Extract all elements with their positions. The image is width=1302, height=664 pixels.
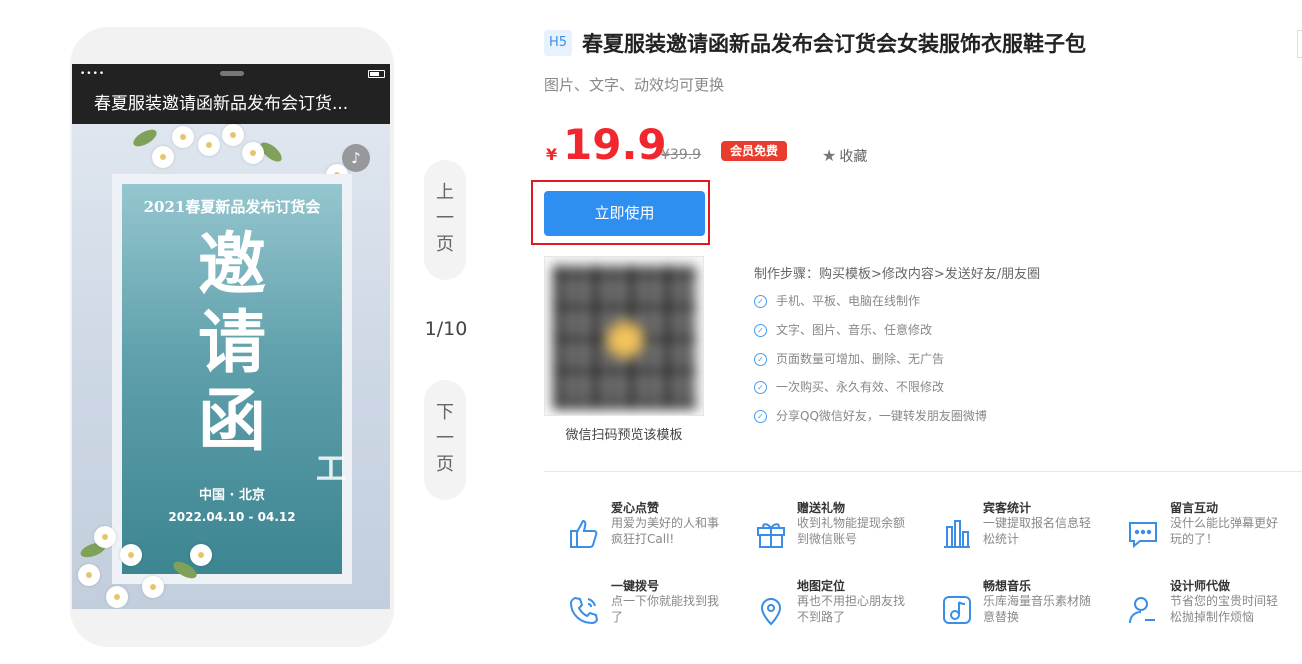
flower-decoration bbox=[172, 126, 194, 148]
feature-title: 爱心点赞 bbox=[611, 501, 660, 515]
card-title: 2021春夏新品发布订货会 bbox=[143, 198, 321, 216]
check-icon: ✓ bbox=[754, 381, 767, 394]
invitation-card: 2021春夏新品发布订货会 邀 请 函 中国 · 北京 2022.04.10 -… bbox=[122, 184, 342, 574]
card-char-2: 请 bbox=[197, 303, 266, 383]
signal-icon: •••• bbox=[80, 69, 106, 79]
user-icon bbox=[1125, 592, 1161, 628]
flower-decoration bbox=[120, 544, 142, 566]
feature-title: 一键拨号 bbox=[611, 579, 660, 593]
flower-decoration bbox=[198, 134, 220, 156]
message-icon bbox=[1125, 515, 1161, 551]
feature-desc: 节省您的宝贵时间轻松抛掉制作烦恼 bbox=[1170, 594, 1279, 624]
step-item: ✓ 手机、平板、电脑在线制作 bbox=[754, 292, 920, 309]
notch bbox=[220, 71, 244, 76]
step-label: 一次购买、永久有效、不限修改 bbox=[776, 380, 945, 394]
product-price: 19.9 bbox=[563, 120, 667, 169]
side-panel-edge bbox=[1297, 30, 1302, 58]
feature-title: 设计师代做 bbox=[1170, 579, 1231, 593]
vip-free-badge: 会员免费 bbox=[721, 141, 788, 161]
feature-title: 地图定位 bbox=[797, 579, 846, 593]
favorite-label: 收藏 bbox=[839, 149, 868, 165]
music-note-icon bbox=[939, 592, 975, 628]
phone-screen: •••• 春夏服装邀请函新品发布会订货... 2021春夏新品发布订货会 邀 请… bbox=[72, 64, 390, 609]
next-page-label: 下一页 bbox=[436, 402, 454, 475]
feature-title: 留言互动 bbox=[1170, 501, 1219, 515]
check-icon: ✓ bbox=[754, 353, 767, 366]
favorite-button[interactable]: ★ 收藏 bbox=[822, 146, 867, 166]
next-page-button[interactable]: 下一页 bbox=[424, 380, 466, 500]
step-item: ✓ 页面数量可增加、删除、无广告 bbox=[754, 350, 944, 367]
invitation-artwork: 2021春夏新品发布订货会 邀 请 函 中国 · 北京 2022.04.10 -… bbox=[72, 124, 390, 609]
step-label: 文字、图片、音乐、任意修改 bbox=[776, 323, 933, 337]
check-icon: ✓ bbox=[754, 324, 767, 337]
flower-decoration bbox=[106, 586, 128, 608]
qr-caption: 微信扫码预览该模板 bbox=[565, 428, 683, 443]
check-icon: ✓ bbox=[754, 295, 767, 308]
divider bbox=[544, 471, 1302, 472]
steps-title: 制作步骤：购买模板>修改内容>发送好友/朋友圈 bbox=[754, 267, 1041, 282]
h5-badge: H5 bbox=[544, 30, 572, 56]
music-toggle-icon[interactable]: ♪ bbox=[342, 144, 370, 172]
feature-title: 赠送礼物 bbox=[797, 501, 846, 515]
feature-title: 宾客统计 bbox=[983, 501, 1032, 515]
step-label: 分享QQ微信好友，一键转发朋友圈微博 bbox=[776, 409, 987, 423]
leaf-decoration bbox=[130, 126, 160, 150]
battery-icon bbox=[368, 70, 385, 78]
flower-decoration bbox=[222, 124, 244, 146]
product-subtitle: 图片、文字、动效均可更换 bbox=[544, 76, 725, 94]
use-now-button[interactable]: 立即使用 bbox=[544, 191, 705, 236]
thumbs-up-icon bbox=[566, 515, 602, 551]
step-label: 页面数量可增加、删除、无广告 bbox=[776, 352, 945, 366]
flower-decoration bbox=[142, 576, 164, 598]
star-icon: ★ bbox=[822, 146, 837, 165]
status-bar: •••• bbox=[72, 64, 390, 84]
feature-title: 畅想音乐 bbox=[983, 579, 1032, 593]
product-title: 春夏服装邀请函新品发布会订货会女装服饰衣服鞋子包 bbox=[582, 32, 1086, 56]
step-label: 手机、平板、电脑在线制作 bbox=[776, 294, 921, 308]
step-item: ✓ 一次购买、永久有效、不限修改 bbox=[754, 378, 944, 395]
card-location: 中国 · 北京 bbox=[199, 488, 265, 503]
flower-decoration bbox=[190, 544, 212, 566]
original-price: ¥39.9 bbox=[661, 147, 702, 163]
card-date: 2022.04.10 - 04.12 bbox=[168, 510, 296, 524]
feature-desc: 用爱为美好的人和事疯狂打Call! bbox=[611, 516, 720, 546]
map-pin-icon bbox=[753, 592, 789, 628]
gift-icon bbox=[753, 515, 789, 551]
feature-desc: 没什么能比弹幕更好玩的了！ bbox=[1170, 516, 1279, 546]
page-indicator: 1/10 bbox=[424, 318, 468, 340]
step-item: ✓ 文字、图片、音乐、任意修改 bbox=[754, 321, 932, 338]
flower-decoration bbox=[152, 146, 174, 168]
currency-symbol: ¥ bbox=[546, 145, 558, 164]
card-char-3: 函 bbox=[197, 381, 266, 461]
side-decoration: 工 bbox=[316, 452, 346, 487]
flower-decoration bbox=[94, 526, 116, 548]
flower-decoration bbox=[78, 564, 100, 586]
feature-desc: 乐库海量音乐素材随意替换 bbox=[983, 594, 1092, 624]
feature-desc: 一键提取报名信息轻松统计 bbox=[983, 516, 1092, 546]
feature-desc: 点一下你就能找到我了 bbox=[611, 594, 720, 624]
feature-desc: 收到礼物能提现余额到微信账号 bbox=[797, 516, 906, 546]
prev-page-label: 上一页 bbox=[436, 182, 454, 255]
card-char-1: 邀 bbox=[197, 225, 266, 305]
qr-code bbox=[544, 256, 704, 416]
bar-chart-icon bbox=[939, 515, 975, 551]
feature-desc: 再也不用担心朋友找不到路了 bbox=[797, 594, 906, 624]
check-icon: ✓ bbox=[754, 410, 767, 423]
flower-decoration bbox=[242, 142, 264, 164]
step-item: ✓ 分享QQ微信好友，一键转发朋友圈微博 bbox=[754, 407, 987, 424]
qr-code-image bbox=[553, 265, 697, 409]
prev-page-button[interactable]: 上一页 bbox=[424, 160, 466, 280]
phone-page-title: 春夏服装邀请函新品发布会订货... bbox=[72, 84, 390, 124]
phone-icon bbox=[566, 592, 602, 628]
